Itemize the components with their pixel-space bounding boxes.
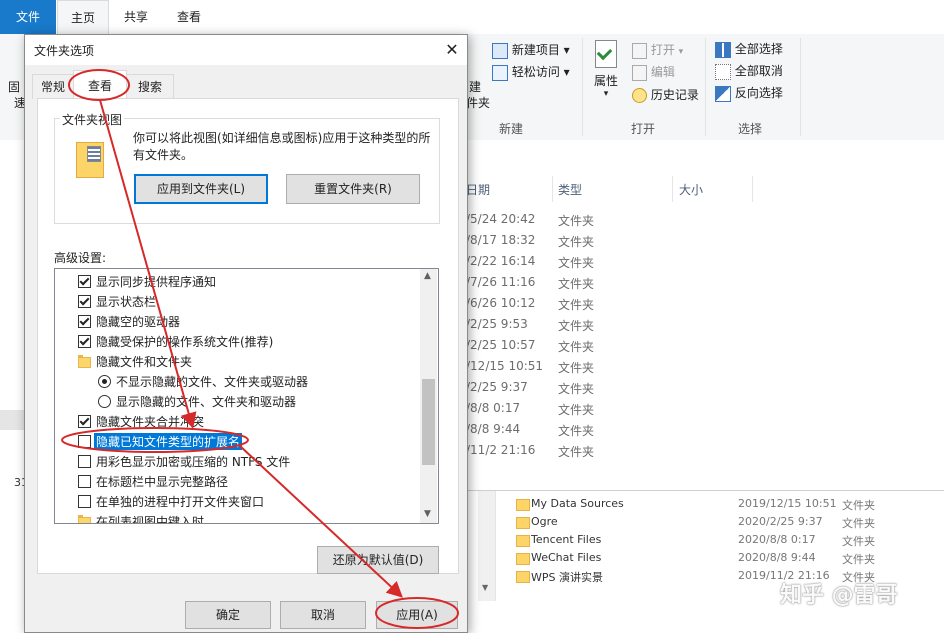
annotation-arrow-1: [99, 99, 197, 429]
annotation-arrow-2: [239, 445, 403, 598]
annotation-circle-hide-extensions: [61, 427, 249, 453]
annotation-circle-view-tab: [68, 69, 130, 101]
annotation-overlay: [61, 69, 459, 629]
annotation-circle-apply: [375, 597, 459, 629]
